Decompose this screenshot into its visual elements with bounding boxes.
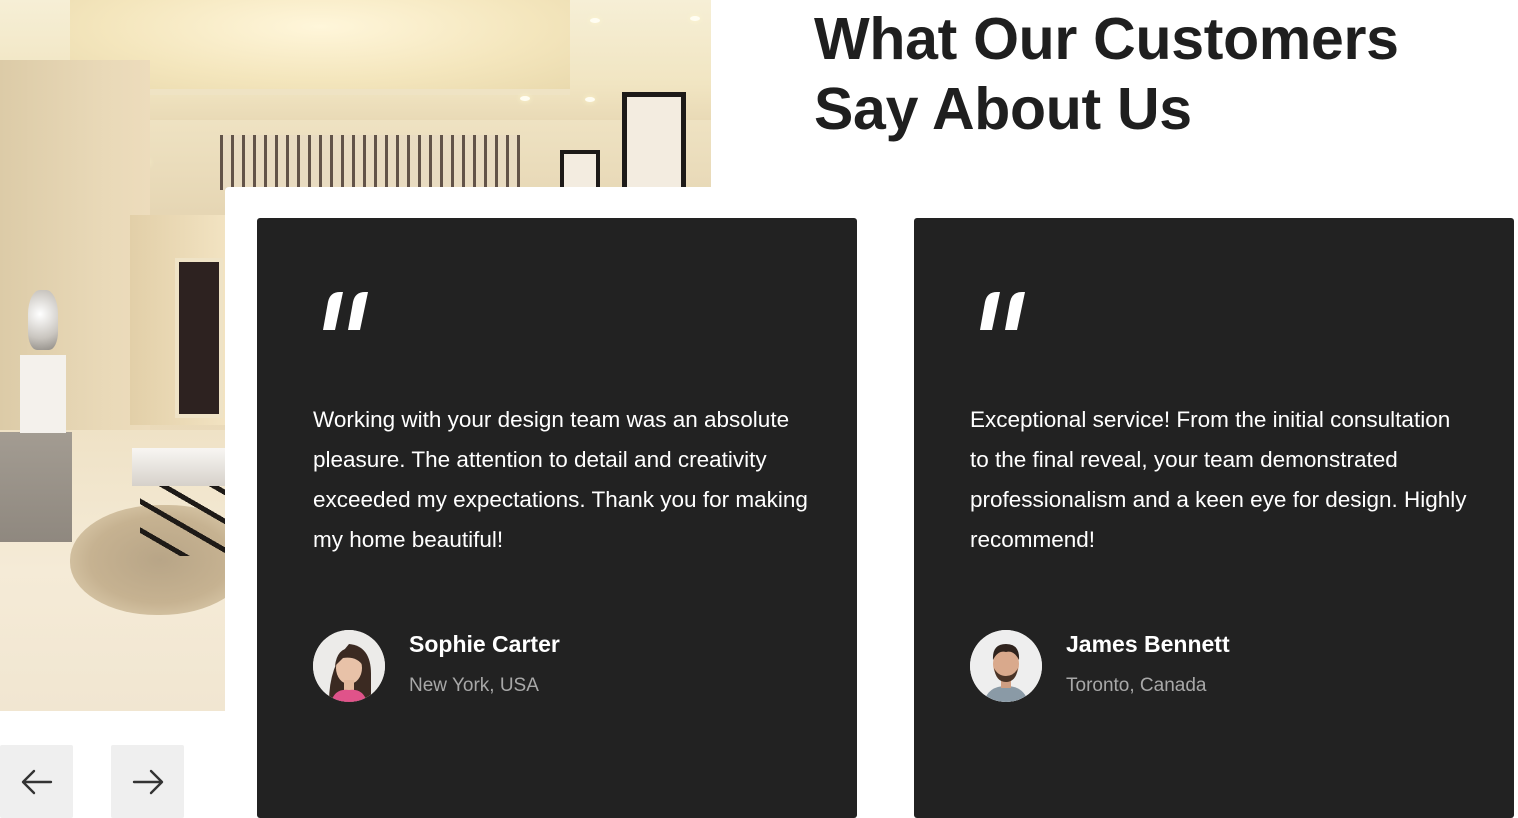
testimonial-quote: Working with your design team was an abs… <box>313 407 808 552</box>
testimonial-card: Exceptional service! From the initial co… <box>914 218 1514 818</box>
testimonial-card: Working with your design team was an abs… <box>257 218 857 818</box>
quote-icon <box>323 292 368 330</box>
section-title: What Our Customers Say About Us <box>814 4 1494 144</box>
author-location: Toronto, Canada <box>1066 675 1207 696</box>
author-name: Sophie Carter <box>409 631 560 657</box>
author-location: New York, USA <box>409 675 539 696</box>
avatar <box>313 630 385 702</box>
next-button[interactable] <box>111 745 184 818</box>
section-title-line-2: Say About Us <box>814 76 1192 142</box>
testimonial-quote: Exceptional service! From the initial co… <box>970 407 1467 552</box>
avatar <box>970 630 1042 702</box>
arrow-right-icon <box>132 769 163 794</box>
section-title-line-1: What Our Customers <box>814 6 1399 72</box>
author-name: James Bennett <box>1066 631 1230 657</box>
quote-icon <box>980 292 1025 330</box>
arrow-left-icon <box>21 769 52 794</box>
previous-button[interactable] <box>0 745 73 818</box>
